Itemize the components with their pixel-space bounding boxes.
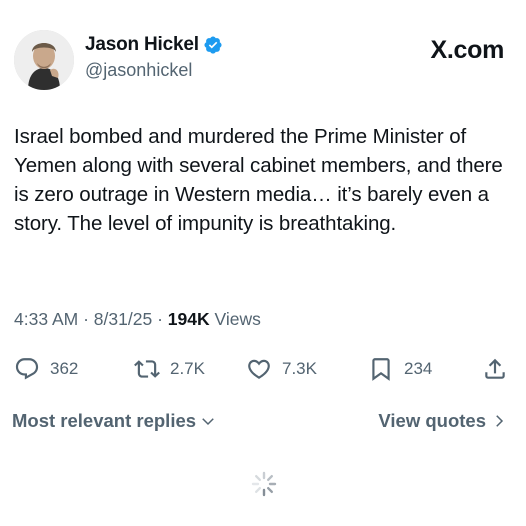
repost-icon xyxy=(134,360,160,378)
repost-button[interactable]: 2.7K xyxy=(134,352,205,386)
reply-count: 362 xyxy=(50,359,79,378)
heart-icon xyxy=(248,359,270,379)
author-handle[interactable]: @jasonhickel xyxy=(85,60,192,81)
views-label: Views xyxy=(214,309,261,329)
reply-button[interactable]: 362 xyxy=(14,352,78,386)
share-button[interactable] xyxy=(482,352,508,386)
sort-replies-dropdown[interactable]: Most relevant replies xyxy=(12,410,217,432)
replies-header: Most relevant replies View quotes xyxy=(12,410,508,434)
view-quotes-label: View quotes xyxy=(378,410,486,431)
verified-badge-icon[interactable] xyxy=(203,35,223,55)
brand-logo: X.com xyxy=(430,36,504,64)
bookmark-icon xyxy=(372,358,390,381)
engagement-bar: 362 2.7K 7.3K 234 xyxy=(14,352,512,386)
reply-icon xyxy=(15,358,39,380)
view-quotes-link[interactable]: View quotes xyxy=(378,410,508,432)
sort-replies-label: Most relevant replies xyxy=(12,410,197,431)
share-icon xyxy=(485,358,505,379)
author-name[interactable]: Jason Hickel xyxy=(85,34,199,56)
meta-separator: · xyxy=(83,309,89,329)
like-button[interactable]: 7.3K xyxy=(246,352,317,386)
tweet-date[interactable]: 8/31/25 xyxy=(94,309,152,329)
bookmark-count: 234 xyxy=(404,359,433,378)
author-row: Jason Hickel xyxy=(85,34,223,56)
tweet-text: Israel bombed and murdered the Prime Min… xyxy=(14,125,503,235)
chevron-right-icon xyxy=(496,415,504,427)
repost-count: 2.7K xyxy=(170,359,205,378)
views-count: 194K xyxy=(167,309,210,329)
avatar-photo xyxy=(14,30,74,90)
loading-spinner-icon xyxy=(251,471,277,497)
avatar[interactable] xyxy=(14,30,74,90)
bookmark-button[interactable]: 234 xyxy=(368,352,432,386)
tweet-meta: 4:33 AM · 8/31/25 · 194K Views xyxy=(14,309,261,330)
meta-separator: · xyxy=(157,309,163,329)
tweet-time[interactable]: 4:33 AM xyxy=(14,309,78,329)
like-count: 7.3K xyxy=(282,359,317,378)
chevron-down-icon xyxy=(202,418,214,426)
